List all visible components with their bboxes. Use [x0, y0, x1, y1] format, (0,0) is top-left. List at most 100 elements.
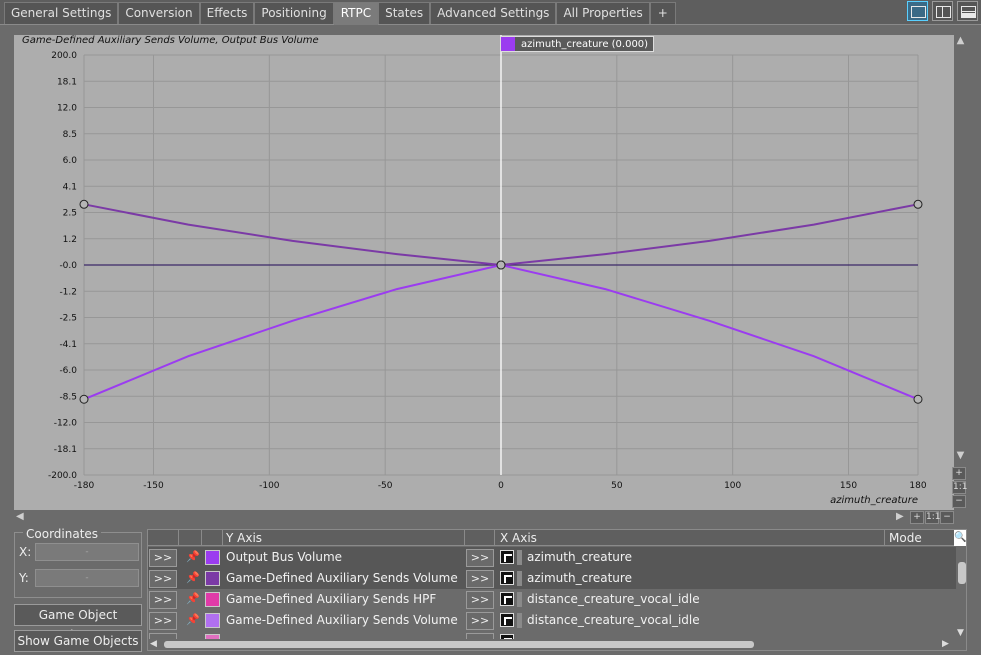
table-row[interactable]: >> 📌 Output Bus Volume >> azimuth_creature: [148, 547, 956, 568]
x-axis-divider: [517, 613, 522, 628]
table-row[interactable]: >> 📌 Game-Defined Auxiliary Sends Volume >>…: [148, 610, 956, 631]
zoom-reset-icon[interactable]: 1:1: [952, 481, 967, 494]
x-axis-divider: [517, 592, 522, 607]
game-parameter-icon: [500, 571, 514, 585]
vertical-zoom-controls: + 1:1 −: [952, 467, 967, 508]
table-row[interactable]: >> 📌 Game-Defined Auxiliary Sends HPF >> dis…: [148, 589, 956, 610]
y-coordinate-field[interactable]: -: [35, 569, 139, 587]
game-parameter-icon: [500, 592, 514, 606]
y-tick-label: 1.2: [63, 235, 77, 245]
zoom-in-icon[interactable]: +: [952, 467, 966, 480]
pin-icon[interactable]: 📌: [186, 550, 200, 564]
curve-color-swatch[interactable]: [205, 571, 220, 586]
tab-general-settings[interactable]: General Settings: [4, 2, 119, 24]
show-game-objects-button[interactable]: Show Game Objects: [14, 630, 142, 652]
graph-horizontal-scrollbar[interactable]: ◀ ▶ + 1:1 −: [14, 511, 967, 525]
curve-control-point[interactable]: [79, 199, 89, 209]
x-axis-expand-button[interactable]: >>: [466, 549, 494, 567]
y-axis-property: Game-Defined Auxiliary Sends Volume: [226, 613, 458, 627]
scroll-right-icon[interactable]: ▶: [896, 511, 904, 522]
graph-title: Game-Defined Auxiliary Sends Volume, Out…: [22, 35, 319, 46]
x-axis-divider: [517, 550, 522, 565]
h-zoom-in-icon[interactable]: +: [910, 511, 924, 524]
zoom-out-icon[interactable]: −: [952, 495, 966, 508]
y-axis-expand-button[interactable]: >>: [149, 549, 177, 567]
graph-vertical-scrollbar[interactable]: ▲ ▼: [954, 35, 967, 510]
tab-bar: General Settings Conversion Effects Positio…: [0, 0, 981, 25]
tab-states[interactable]: States: [378, 2, 431, 24]
x-tick-label: 50: [611, 481, 623, 491]
game-object-explorer-button[interactable]: Game Object Explorer...: [14, 604, 142, 642]
scroll-up-icon[interactable]: ▲: [954, 35, 967, 46]
x-axis-name: azimuth_creature: [830, 495, 918, 506]
tab-list: General Settings Conversion Effects Positio…: [4, 2, 676, 25]
table-horizontal-scrollbar[interactable]: ◀ ▶: [148, 639, 956, 650]
table-scroll-right-icon[interactable]: ▶: [942, 639, 949, 649]
split-vertical-icon[interactable]: [932, 1, 953, 21]
y-axis-expand-button[interactable]: >>: [149, 591, 177, 609]
x-axis-parameter: azimuth_creature: [527, 550, 632, 564]
rtpc-curve-graph[interactable]: 200.0 18.1 12.0 8.5 6.0 4.1 2.5 1.2 -0.0 -1.2 -2.5…: [14, 35, 954, 510]
y-axis-expand-button[interactable]: >>: [149, 570, 177, 588]
tab-conversion[interactable]: Conversion: [118, 2, 200, 24]
table-scroll-left-icon[interactable]: ◀: [150, 639, 157, 649]
scroll-down-icon[interactable]: ▼: [954, 450, 967, 461]
x-axis-divider: [517, 571, 522, 586]
curve-control-point[interactable]: [913, 394, 923, 404]
table-header: Y Axis X Axis Mode: [148, 530, 956, 546]
curve-color-swatch[interactable]: [205, 550, 220, 565]
game-parameter-icon: [500, 550, 514, 564]
table-vertical-scrollbar[interactable]: ▼: [956, 546, 966, 650]
horizontal-zoom-controls: + 1:1 −: [910, 511, 954, 524]
y-axis-expand-button[interactable]: >>: [149, 612, 177, 630]
curve-color-swatch[interactable]: [205, 592, 220, 607]
table-vertical-scroll-thumb[interactable]: [958, 562, 966, 584]
x-axis-header[interactable]: X Axis: [500, 531, 537, 545]
curve-control-point[interactable]: [79, 394, 89, 404]
y-tick-label: -12.0: [54, 419, 78, 429]
table-horizontal-scroll-thumb[interactable]: [164, 641, 754, 648]
x-tick-label: 150: [840, 481, 857, 491]
table-row[interactable]: >> 📌 Game-Defined Auxiliary Sends Volume >>…: [148, 568, 956, 589]
pin-icon[interactable]: 📌: [186, 571, 200, 585]
y-tick-label: -6.0: [59, 366, 77, 376]
x-tick-label: -180: [74, 481, 95, 491]
x-tick-label: -50: [378, 481, 393, 491]
h-zoom-reset-icon[interactable]: 1:1: [925, 511, 940, 524]
table-scroll-down-icon[interactable]: ▼: [957, 628, 964, 638]
y-coordinate-row: Y: -: [19, 569, 139, 587]
x-tick-label: 100: [724, 481, 741, 491]
x-axis-expand-button[interactable]: >>: [466, 612, 494, 630]
y-tick-label: 6.0: [63, 156, 78, 166]
y-tick-label: -200.0: [48, 471, 77, 481]
x-axis-expand-button[interactable]: >>: [466, 591, 494, 609]
curve-color-swatch[interactable]: [205, 613, 220, 628]
x-axis-expand-button[interactable]: >>: [466, 570, 494, 588]
cursor-label[interactable]: azimuth_creature (0.000): [500, 36, 655, 52]
y-label: Y:: [19, 571, 29, 585]
y-tick-label: 8.5: [63, 130, 77, 140]
y-tick-label: -8.5: [59, 392, 77, 402]
curve-control-point[interactable]: [913, 199, 923, 209]
pin-icon[interactable]: 📌: [186, 613, 200, 627]
pin-icon[interactable]: 📌: [186, 592, 200, 606]
tab-positioning[interactable]: Positioning: [254, 2, 334, 24]
curve-control-point[interactable]: [496, 260, 506, 270]
x-coordinate-field[interactable]: -: [35, 543, 139, 561]
single-view-icon[interactable]: [907, 1, 928, 21]
y-axis-header[interactable]: Y Axis: [226, 531, 262, 545]
tab-rtpc[interactable]: RTPC: [333, 2, 379, 25]
y-tick-label: -1.2: [59, 287, 77, 297]
tab-effects[interactable]: Effects: [199, 2, 255, 24]
tab-advanced-settings[interactable]: Advanced Settings: [430, 2, 557, 24]
rtpc-table: Y Axis X Axis Mode 🔍 >> 📌 Output Bus Volum…: [147, 529, 967, 651]
rtpc-graph-panel[interactable]: 200.0 18.1 12.0 8.5 6.0 4.1 2.5 1.2 -0.0 -1.2 -2.5…: [14, 35, 954, 510]
split-horizontal-icon[interactable]: [957, 1, 978, 21]
search-icon[interactable]: 🔍: [954, 530, 966, 546]
add-tab-button[interactable]: +: [649, 2, 676, 24]
x-axis-parameter: distance_creature_vocal_idle: [527, 592, 700, 606]
scroll-left-icon[interactable]: ◀: [16, 511, 24, 522]
tab-all-properties[interactable]: All Properties: [556, 2, 650, 24]
h-zoom-out-icon[interactable]: −: [940, 511, 954, 524]
mode-header[interactable]: Mode: [889, 531, 922, 545]
